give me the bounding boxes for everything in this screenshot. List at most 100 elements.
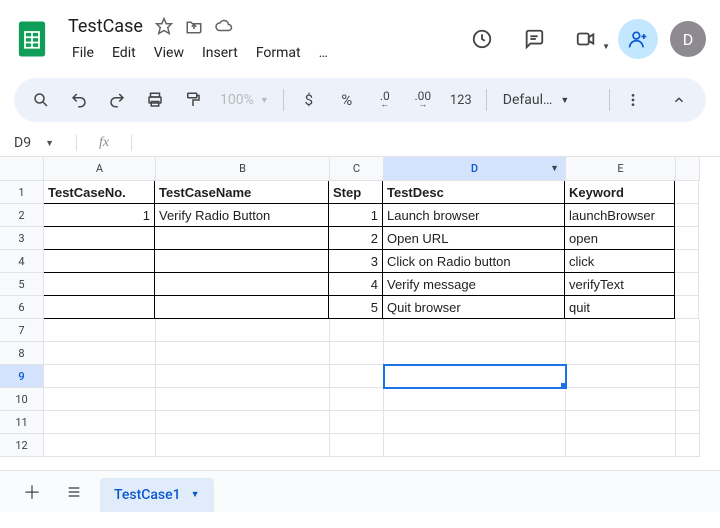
column-header-E[interactable]: E [566,157,676,181]
cell-C4[interactable]: 3 [329,250,383,273]
cell-5[interactable] [675,273,699,296]
cell-D2[interactable]: Launch browser [383,204,565,227]
menu-more[interactable]: … [311,41,336,65]
row-header-3[interactable]: 3 [0,227,44,250]
cell-E7[interactable] [566,319,676,342]
cell-C5[interactable]: 4 [329,273,383,296]
star-icon[interactable] [151,13,177,39]
paint-format-button[interactable] [176,84,210,116]
formula-bar[interactable] [154,133,714,153]
cell-B10[interactable] [156,388,330,411]
cell-B5[interactable] [155,273,329,296]
row-header-10[interactable]: 10 [0,388,44,411]
cell-B12[interactable] [156,434,330,457]
account-avatar[interactable]: D [670,21,706,57]
cells-body[interactable]: TestCaseNo.TestCaseNameStepTestDescKeywo… [44,181,720,457]
menu-edit[interactable]: Edit [104,41,144,65]
number-format-button[interactable]: 123 [444,84,478,116]
cell-C8[interactable] [330,342,384,365]
row-header-12[interactable]: 12 [0,434,44,457]
column-header-D[interactable]: D▼ [384,157,566,181]
cell-7[interactable] [676,319,700,342]
currency-format-button[interactable]: $ [292,84,326,116]
menu-view[interactable]: View [146,41,192,65]
row-header-2[interactable]: 2 [0,204,44,227]
row-header-6[interactable]: 6 [0,296,44,319]
cell-C10[interactable] [330,388,384,411]
row-header-9[interactable]: 9 [0,365,44,388]
column-header-blank[interactable] [676,157,700,181]
cell-B9[interactable] [156,365,330,388]
cell-E9[interactable] [566,365,676,388]
percent-format-button[interactable]: % [330,84,364,116]
cell-B6[interactable] [155,296,329,319]
cell-B4[interactable] [155,250,329,273]
sheets-logo[interactable] [14,18,50,60]
comments-icon[interactable] [514,19,554,59]
meet-icon[interactable]: ▼ [566,19,606,59]
cell-D12[interactable] [384,434,566,457]
cell-C3[interactable]: 2 [329,227,383,250]
cell-D5[interactable]: Verify message [383,273,565,296]
cell-D9[interactable] [384,365,566,388]
font-selector[interactable]: Defaul… ▼ [495,92,578,108]
add-sheet-button[interactable]: ＋ [16,476,48,508]
cell-A8[interactable] [44,342,156,365]
cell-D7[interactable] [384,319,566,342]
cell-E5[interactable]: verifyText [565,273,675,296]
cell-B1[interactable]: TestCaseName [155,180,329,204]
column-header-A[interactable]: A [44,157,156,181]
cell-D4[interactable]: Click on Radio button [383,250,565,273]
cell-11[interactable] [676,411,700,434]
zoom-selector[interactable]: 100% ▼ [214,92,275,108]
cell-E2[interactable]: launchBrowser [565,204,675,227]
cell-A6[interactable] [44,296,155,319]
row-header-1[interactable]: 1 [0,181,44,204]
decrease-decimal-button[interactable]: .0← [368,84,402,116]
cell-D10[interactable] [384,388,566,411]
cell-B7[interactable] [156,319,330,342]
cell-D6[interactable]: Quit browser [383,296,565,319]
cell-D3[interactable]: Open URL [383,227,565,250]
cell-6[interactable] [675,296,699,319]
row-header-7[interactable]: 7 [0,319,44,342]
cell-C2[interactable]: 1 [329,204,383,227]
cell-A9[interactable] [44,365,156,388]
column-header-C[interactable]: C [330,157,384,181]
cell-A11[interactable] [44,411,156,434]
cell-A12[interactable] [44,434,156,457]
menu-file[interactable]: File [64,41,102,65]
select-all-cells[interactable] [0,157,44,181]
cell-C12[interactable] [330,434,384,457]
cell-D11[interactable] [384,411,566,434]
sheet-tab-active[interactable]: TestCase1 ▼ [100,478,214,512]
cell-E10[interactable] [566,388,676,411]
more-tools-button[interactable] [616,84,650,116]
cell-8[interactable] [676,342,700,365]
cloud-saved-icon[interactable] [211,13,237,39]
cell-D1[interactable]: TestDesc [383,180,565,204]
cell-E6[interactable]: quit [565,296,675,319]
cell-E11[interactable] [566,411,676,434]
collapse-toolbar-button[interactable] [662,84,696,116]
cell-12[interactable] [676,434,700,457]
move-to-drive-icon[interactable] [181,13,207,39]
print-button[interactable] [138,84,172,116]
cell-D8[interactable] [384,342,566,365]
version-history-icon[interactable] [462,19,502,59]
cell-A2[interactable]: 1 [44,204,155,227]
search-icon[interactable] [24,84,58,116]
menu-insert[interactable]: Insert [194,41,246,65]
cell-E4[interactable]: click [565,250,675,273]
cell-B3[interactable] [155,227,329,250]
undo-button[interactable] [62,84,96,116]
cell-E1[interactable]: Keyword [565,180,675,204]
cell-3[interactable] [675,227,699,250]
cell-E3[interactable]: open [565,227,675,250]
row-header-5[interactable]: 5 [0,273,44,296]
document-title[interactable]: TestCase [64,14,147,39]
cell-9[interactable] [676,365,700,388]
cell-C6[interactable]: 5 [329,296,383,319]
increase-decimal-button[interactable]: .00→ [406,84,440,116]
share-button[interactable] [618,19,658,59]
